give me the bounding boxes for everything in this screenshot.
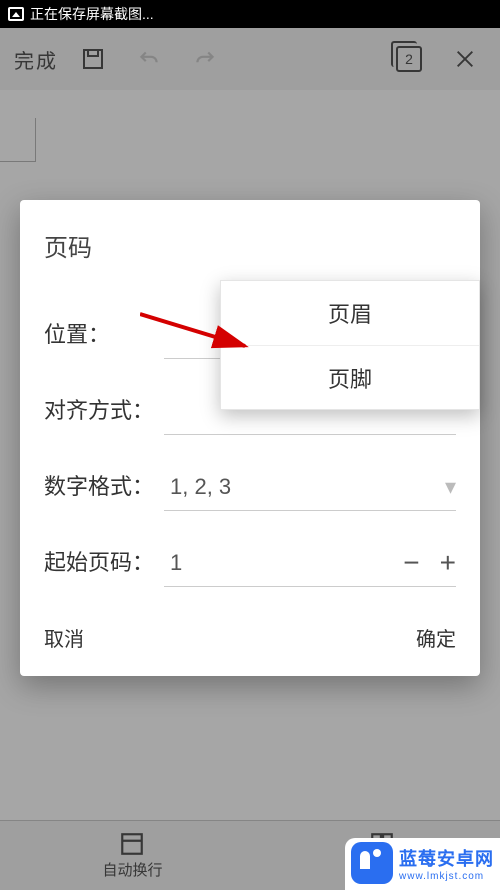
stepper-minus-icon[interactable]: − [403,547,419,579]
position-popover: 页眉 页脚 [220,280,480,410]
watermark-url: www.lmkjst.com [399,871,494,882]
row-start: 起始页码： 1 − + [44,539,456,587]
row-format: 数字格式： 1, 2, 3 ▾ [44,463,456,511]
format-value: 1, 2, 3 [170,474,231,500]
cancel-button[interactable]: 取消 [44,623,84,652]
stepper-plus-icon[interactable]: + [440,547,456,579]
label-format: 数字格式： [44,473,164,501]
app-window: 完成 2 自动换行 工具 [0,28,500,890]
label-start: 起始页码： [44,549,164,577]
dialog-title: 页码 [44,228,456,263]
label-align: 对齐方式： [44,397,164,425]
watermark-logo-icon [351,842,393,884]
start-value: 1 [170,550,182,576]
chevron-down-icon: ▾ [445,474,456,500]
status-saving-text: 正在保存屏幕截图... [30,4,154,24]
status-bar: 正在保存屏幕截图... [0,0,500,28]
image-icon [8,7,24,21]
watermark: 蓝莓安卓网 www.lmkjst.com [345,838,500,890]
field-format[interactable]: 1, 2, 3 ▾ [164,463,456,511]
ok-button[interactable]: 确定 [416,623,456,652]
label-position: 位置： [44,321,164,349]
watermark-title: 蓝莓安卓网 [399,845,494,871]
page-number-dialog: 页码 位置： 对齐方式： 数字格式： 1, 2, 3 ▾ 起始页码： 1 − + [20,200,480,676]
field-start[interactable]: 1 − + [164,539,456,587]
popover-option-footer[interactable]: 页脚 [221,345,479,409]
popover-option-header[interactable]: 页眉 [221,281,479,345]
